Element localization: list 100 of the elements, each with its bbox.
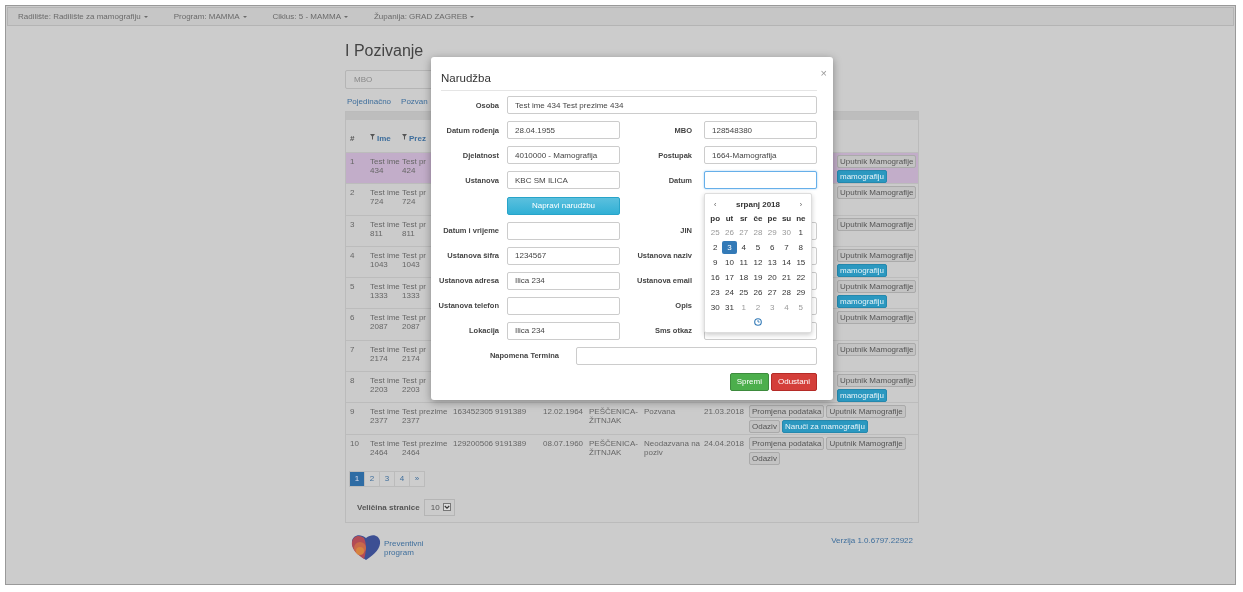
- action-button[interactable]: Promjena podataka: [749, 436, 825, 450]
- input-field[interactable]: 1234567: [507, 246, 620, 265]
- calendar-day[interactable]: 14: [779, 256, 794, 269]
- calendar-day[interactable]: 26: [750, 286, 766, 299]
- calendar-day[interactable]: 5: [750, 241, 766, 254]
- calendar-day[interactable]: 23: [708, 286, 723, 299]
- action-button[interactable]: mamografiju: [837, 263, 887, 277]
- action-button[interactable]: Uputnik Mamografije: [837, 311, 917, 325]
- calendar-day[interactable]: 5: [793, 301, 808, 314]
- column-header[interactable]: Ime: [370, 134, 402, 152]
- calendar-day[interactable]: 2: [708, 241, 723, 254]
- calendar-day[interactable]: 11: [736, 256, 751, 269]
- calendar-day[interactable]: 15: [793, 256, 808, 269]
- action-button[interactable]: mamografiju: [837, 389, 887, 403]
- calendar-day[interactable]: 3: [722, 241, 737, 254]
- calendar-day[interactable]: 28: [779, 286, 794, 299]
- input-field[interactable]: KBC SM ILICA: [507, 171, 620, 189]
- calendar-day[interactable]: 2: [750, 301, 766, 314]
- page-size-select[interactable]: 10: [423, 498, 455, 516]
- calendar-day[interactable]: 4: [736, 241, 751, 254]
- calendar-day[interactable]: 20: [765, 271, 780, 284]
- action-button[interactable]: Uputnik Mamografije: [837, 280, 917, 294]
- input-field[interactable]: Ilica 234: [507, 271, 620, 290]
- calendar-day[interactable]: 25: [736, 286, 751, 299]
- page-button[interactable]: 1: [349, 470, 365, 487]
- table-row[interactable]: 9 Test ime 2377 Test prezime 2377 163452305 9191389 12.02.1964 PEŠČENICA-ŽITNJAK Pozvana 21.03.2018 Promjena podataka Uputnik Mamografije Odaziv Naruči za mamografiju: [346, 402, 918, 434]
- page-button[interactable]: 4: [394, 470, 410, 487]
- page-button[interactable]: »: [409, 470, 425, 487]
- calendar-day[interactable]: 17: [722, 271, 737, 284]
- caret-icon: [143, 15, 148, 18]
- calendar-day[interactable]: 16: [708, 271, 723, 284]
- input-field[interactable]: [507, 221, 620, 240]
- page-button[interactable]: 3: [379, 470, 395, 487]
- action-button[interactable]: Uputnik Mamografije: [826, 405, 906, 419]
- nav-dropdown[interactable]: Radilište: Radilište za mamografiju: [18, 12, 148, 21]
- input-field[interactable]: 4010000 - Mamografija: [507, 146, 620, 164]
- calendar-day[interactable]: 6: [765, 241, 780, 254]
- calendar-day[interactable]: 24: [722, 286, 737, 299]
- calendar-day[interactable]: 19: [750, 271, 766, 284]
- table-cell-text: 163452305: [453, 407, 495, 419]
- calendar-day[interactable]: 1: [793, 226, 808, 239]
- action-button[interactable]: Uputnik Mamografije: [837, 186, 917, 200]
- calendar-day[interactable]: 3: [765, 301, 780, 314]
- filter-link[interactable]: Pozvan: [401, 97, 428, 107]
- calendar-day[interactable]: 8: [793, 241, 808, 254]
- calendar-day[interactable]: 10: [722, 256, 737, 269]
- calendar-day[interactable]: 27: [736, 226, 751, 239]
- close-button[interactable]: ×: [820, 62, 827, 84]
- action-button[interactable]: mamografiju: [837, 170, 887, 183]
- action-button[interactable]: Uputnik Mamografije: [826, 436, 906, 450]
- input-field[interactable]: 128548380: [704, 121, 817, 139]
- calendar-day[interactable]: 30: [708, 301, 723, 314]
- calendar-day[interactable]: 29: [793, 286, 808, 299]
- input-field[interactable]: [507, 296, 620, 315]
- action-button[interactable]: Uputnik Mamografije: [837, 374, 917, 388]
- calendar-day[interactable]: 13: [765, 256, 780, 269]
- nav-dropdown[interactable]: Županija: GRAD ZAGREB: [373, 12, 475, 21]
- action-button[interactable]: Odaziv: [749, 451, 780, 465]
- input-field[interactable]: Ilica 234: [507, 321, 620, 340]
- input-field[interactable]: [576, 346, 817, 365]
- calendar-day[interactable]: 1: [736, 301, 751, 314]
- nav-dropdown[interactable]: Ciklus: 5 - MAMMA: [272, 12, 348, 21]
- calendar-day[interactable]: 28: [750, 226, 766, 239]
- calendar-day[interactable]: 21: [779, 271, 794, 284]
- calendar-day[interactable]: 30: [779, 226, 794, 239]
- calendar-day[interactable]: 7: [779, 241, 794, 254]
- page-button[interactable]: 2: [364, 470, 380, 487]
- column-header[interactable]: Prez: [402, 134, 453, 152]
- input-field[interactable]: Test ime 434 Test prezime 434: [507, 96, 817, 114]
- calendar-day[interactable]: 27: [765, 286, 780, 299]
- dialog-button[interactable]: Spremi: [729, 372, 769, 391]
- action-button[interactable]: Uputnik Mamografije: [837, 217, 917, 231]
- table-cell-text: PEŠČENICA-ŽITNJAK: [589, 438, 639, 459]
- input-field[interactable]: 1664-Mamografija: [704, 146, 817, 164]
- calendar-day[interactable]: 29: [765, 226, 780, 239]
- filter-link[interactable]: Pojedinačno: [347, 97, 392, 107]
- calendar-day[interactable]: 18: [736, 271, 751, 284]
- calendar-day[interactable]: 26: [722, 226, 737, 239]
- input-field[interactable]: 28.04.1955: [507, 121, 620, 139]
- calendar-day[interactable]: 25: [708, 226, 723, 239]
- dialog-button[interactable]: Odustani: [770, 372, 817, 391]
- action-button[interactable]: Naruči za mamografiju: [781, 420, 868, 434]
- action-button[interactable]: Promjena podataka: [749, 405, 825, 419]
- calendar-day[interactable]: 31: [722, 301, 737, 314]
- clock-icon[interactable]: [754, 318, 762, 326]
- action-button[interactable]: Uputnik Mamografije: [837, 155, 917, 168]
- table-row[interactable]: 10 Test ime 2464 Test prezime 2464 129200506 9191389 08.07.1960 PEŠČENICA-ŽITNJAK Neodazvana na poziv 24.04.2018 Promjena podataka Uputnik Mamografije Odaziv: [346, 433, 918, 465]
- calendar-day[interactable]: 9: [708, 256, 723, 269]
- table-cell-text: Test pr 424: [402, 157, 427, 177]
- calendar-day[interactable]: 22: [793, 271, 808, 284]
- action-button[interactable]: Uputnik Mamografije: [837, 248, 917, 262]
- action-button[interactable]: Odaziv: [749, 420, 780, 434]
- calendar-day[interactable]: 4: [779, 301, 794, 314]
- action-button[interactable]: Uputnik Mamografije: [837, 342, 917, 356]
- action-button[interactable]: mamografiju: [837, 295, 887, 309]
- table-cell-text: 9191389: [495, 438, 528, 450]
- calendar-day[interactable]: 12: [750, 256, 766, 269]
- nav-dropdown[interactable]: Program: MAMMA: [173, 12, 247, 21]
- create-order-button[interactable]: Napravi narudžbu: [507, 196, 620, 215]
- input-field[interactable]: [704, 171, 817, 189]
